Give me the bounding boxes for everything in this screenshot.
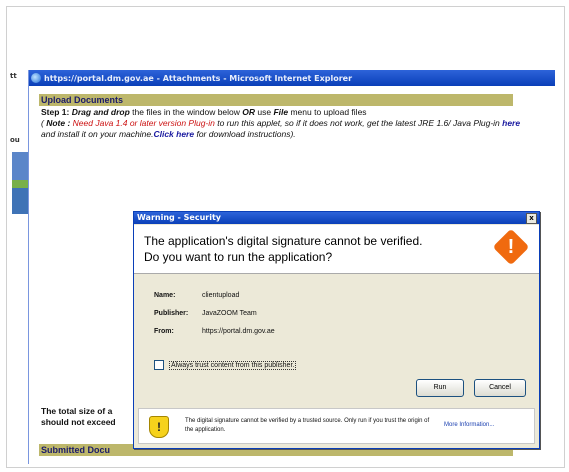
name-row: Name: clientupload xyxy=(154,292,454,299)
shield-warning-icon: ! xyxy=(149,416,169,438)
or-text: OR xyxy=(242,107,256,117)
file-text: File xyxy=(273,107,289,117)
note-mid: to run this applet, so if it does not wo… xyxy=(214,118,503,128)
from-row: From: https://portal.dm.gov.ae xyxy=(154,328,454,335)
step1-use: use xyxy=(255,107,274,117)
total-size-text: The total size of a should not exceed xyxy=(41,406,116,428)
question-line1: The application's digital signature cann… xyxy=(144,234,423,248)
run-button[interactable]: Run xyxy=(416,379,464,397)
publisher-row: Publisher: JavaZOOM Team xyxy=(154,310,454,317)
drag-drop-text: Drag and drop xyxy=(71,107,130,117)
from-label: From: xyxy=(154,328,174,335)
dialog-header-panel: The application's digital signature cann… xyxy=(134,225,539,274)
close-icon[interactable]: x xyxy=(526,213,537,224)
ie-window-title: https://portal.dm.gov.ae - Attachments -… xyxy=(44,73,353,83)
upload-documents-header: Upload Documents xyxy=(39,94,513,106)
ie-page-icon xyxy=(31,73,41,83)
dialog-footer: ! The digital signature cannot be verifi… xyxy=(138,408,535,444)
publisher-value: JavaZOOM Team xyxy=(202,310,257,317)
always-trust-row[interactable]: Always trust content from this publisher… xyxy=(154,360,297,370)
background-tab-fragment-2: ou xyxy=(10,136,20,144)
total-size-line2: should not exceed xyxy=(41,417,116,427)
step1-text: the files in the window below xyxy=(129,107,243,117)
always-trust-checkbox[interactable] xyxy=(154,360,164,370)
dialog-title: Warning - Security xyxy=(137,213,221,222)
dialog-titlebar[interactable]: Warning - Security x xyxy=(134,212,539,224)
step1-end: menu to upload files xyxy=(288,107,367,117)
total-size-line1: The total size of a xyxy=(41,406,113,416)
footer-warning-text: The digital signature cannot be verified… xyxy=(185,418,430,433)
upload-instructions: Step 1: Drag and drop the files in the w… xyxy=(41,107,531,140)
name-value: clientupload xyxy=(202,292,240,299)
question-line2: Do you want to run the application? xyxy=(144,250,333,264)
publisher-label: Publisher: xyxy=(154,310,189,317)
note-end: for download instructions). xyxy=(194,129,296,139)
security-warning-dialog: Warning - Security x The application's d… xyxy=(133,211,540,449)
dialog-question: The application's digital signature cann… xyxy=(144,233,474,265)
more-information-link[interactable]: More Information... xyxy=(444,422,494,428)
step1-label: Step 1: xyxy=(41,107,70,117)
click-here-link[interactable]: Click here xyxy=(153,129,194,139)
note-install: and install it on your machine. xyxy=(41,129,154,139)
background-tab-fragment: tt xyxy=(10,72,17,80)
cancel-button[interactable]: Cancel xyxy=(474,379,526,397)
ie-titlebar[interactable]: https://portal.dm.gov.ae - Attachments -… xyxy=(29,70,555,86)
from-value: https://portal.dm.gov.ae xyxy=(202,328,275,335)
note-label: Note : xyxy=(46,118,71,128)
always-trust-label[interactable]: Always trust content from this publisher… xyxy=(169,360,297,370)
here-link[interactable]: here xyxy=(502,118,520,128)
note-java-requirement: Need Java 1.4 or later version Plug-in xyxy=(70,118,215,128)
name-label: Name: xyxy=(154,292,176,299)
warning-icon-glyph: ! xyxy=(507,236,515,258)
